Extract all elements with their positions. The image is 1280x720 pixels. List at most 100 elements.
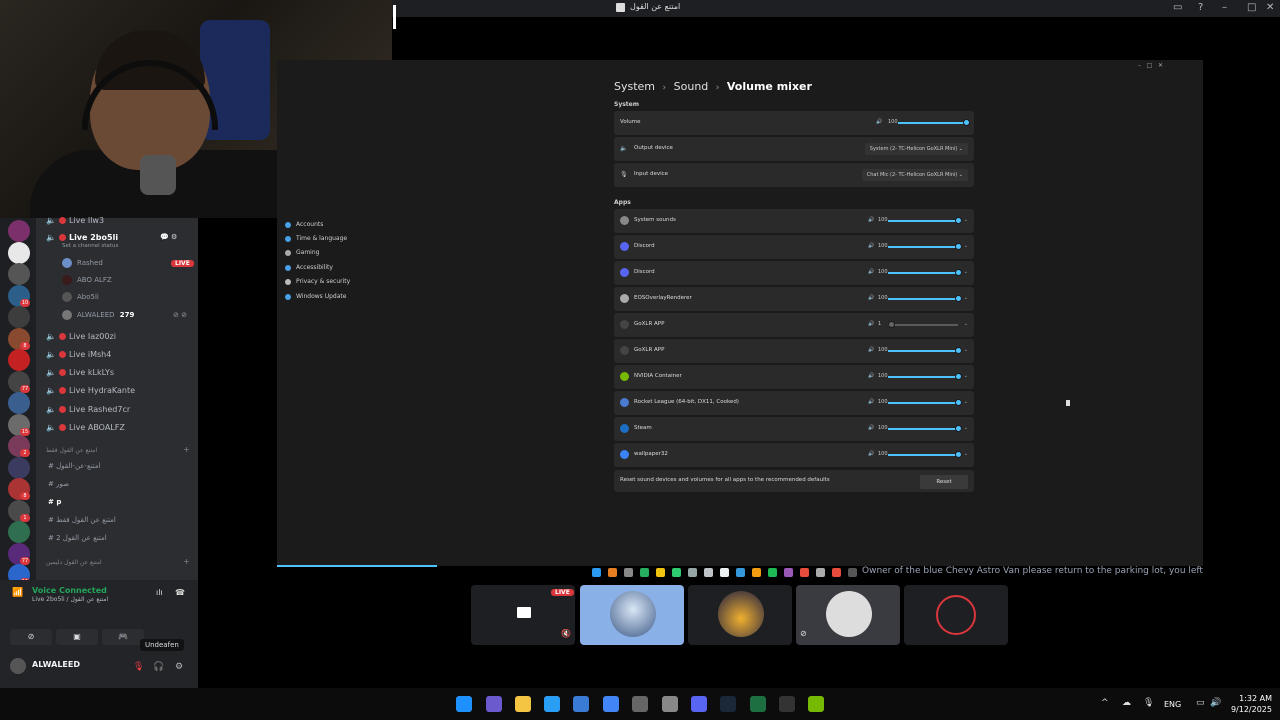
app-volume-slider[interactable] xyxy=(888,373,962,380)
avatar[interactable] xyxy=(10,658,26,674)
taskbar-app-icon[interactable] xyxy=(779,696,795,712)
slider-thumb[interactable] xyxy=(963,119,970,126)
taskbar-app-icon[interactable] xyxy=(603,696,619,712)
chevron-down-icon[interactable]: ⌄ xyxy=(964,243,968,249)
username[interactable]: ALWALEED xyxy=(32,660,80,669)
voice-channel[interactable]: 🔈 Live Rashed7cr xyxy=(46,405,130,414)
text-channel[interactable]: # امتنع-عن-القول xyxy=(48,462,101,470)
disconnect-icon[interactable]: ☎ xyxy=(175,588,185,597)
nav-windows-update[interactable]: Windows Update xyxy=(285,293,346,300)
text-channel[interactable]: # صور xyxy=(48,480,69,488)
reset-button[interactable]: Reset xyxy=(920,475,968,489)
taskbar-app-icon[interactable] xyxy=(456,696,472,712)
nav-time-language[interactable]: Time & language xyxy=(285,235,347,242)
speaker-icon[interactable]: 🔊 xyxy=(868,425,874,431)
speaker-icon[interactable]: 🔊 xyxy=(868,217,874,223)
slider-thumb[interactable] xyxy=(955,399,962,406)
screen-share-button[interactable]: ▣ xyxy=(56,629,98,645)
app-volume-slider[interactable] xyxy=(888,399,962,406)
chevron-down-icon[interactable]: ⌄ xyxy=(964,425,968,431)
tile-participant-muted[interactable] xyxy=(904,585,1008,645)
clock[interactable]: 1:32 AM 9/12/2025 xyxy=(1222,693,1272,715)
taskbar-app-icon[interactable] xyxy=(691,696,707,712)
member-abo-alfz[interactable]: ABO ALFZ xyxy=(62,275,112,285)
slider-thumb[interactable] xyxy=(955,269,962,276)
taskbar-app-icon[interactable] xyxy=(515,696,531,712)
server-icon[interactable] xyxy=(8,263,30,285)
app-volume-slider[interactable] xyxy=(888,321,958,328)
channel-status[interactable]: Set a channel status xyxy=(62,243,118,249)
text-channel[interactable]: # امتنع عن القول 2 xyxy=(48,534,107,542)
tray-icon[interactable]: ^ xyxy=(1101,698,1109,708)
taskbar-app-icon[interactable] xyxy=(573,696,589,712)
crumb-sound[interactable]: Sound xyxy=(674,80,709,93)
close-button[interactable]: ✕ xyxy=(1266,2,1274,13)
nav-gaming[interactable]: Gaming xyxy=(285,249,319,256)
nav-accessibility[interactable]: Accessibility xyxy=(285,264,333,271)
category-header[interactable]: امتنع عن القول فقط xyxy=(46,447,97,454)
voice-channel[interactable]: 🔈 Live Ilw3 xyxy=(46,216,104,225)
voice-channel[interactable]: 🔈 Live Iaz00zi xyxy=(46,332,116,341)
app-volume-slider[interactable] xyxy=(888,269,962,276)
nav-privacy[interactable]: Privacy & security xyxy=(285,278,350,285)
crumb-system[interactable]: System xyxy=(614,80,655,93)
member-rashed[interactable]: Rashed xyxy=(62,258,103,268)
chevron-down-icon[interactable]: ⌄ xyxy=(964,373,968,379)
speaker-icon[interactable]: 🔊 xyxy=(868,295,874,301)
volume-mute-icon[interactable]: 🔇 xyxy=(561,629,571,638)
chevron-down-icon[interactable]: ⌄ xyxy=(964,347,968,353)
activities-button[interactable]: 🎮 xyxy=(102,629,144,645)
text-channel[interactable]: # امتنع عن القول فقط xyxy=(48,516,116,524)
tile-participant[interactable] xyxy=(688,585,792,645)
app-volume-slider[interactable] xyxy=(888,451,962,458)
slider-thumb[interactable] xyxy=(888,321,895,328)
slider-thumb[interactable] xyxy=(955,217,962,224)
chevron-down-icon[interactable]: ⌄ xyxy=(964,399,968,405)
speaker-icon[interactable]: 🔊 xyxy=(868,321,874,327)
language-indicator[interactable]: ENG xyxy=(1164,700,1181,709)
voice-channel[interactable]: 🔈 Live ABOALFZ xyxy=(46,423,125,432)
chevron-down-icon[interactable]: ⌄ xyxy=(964,269,968,275)
tile-participant[interactable] xyxy=(580,585,684,645)
tile-participant[interactable]: ⊘ xyxy=(796,585,900,645)
voice-channel[interactable]: 🔈 Live kLkLYs xyxy=(46,368,114,377)
voice-channel-path[interactable]: Live 2bo5li / امتنع عن القول xyxy=(32,596,108,603)
taskbar-app-icon[interactable] xyxy=(808,696,824,712)
mute-icon[interactable]: 🎙 xyxy=(133,662,144,672)
minimize-button[interactable]: – xyxy=(1222,2,1227,13)
slider-thumb[interactable] xyxy=(955,373,962,380)
taskbar-app-icon[interactable] xyxy=(720,696,736,712)
channel-action-icons[interactable]: 💬 ⚙ xyxy=(160,233,177,241)
voice-channel-active[interactable]: 🔈 Live 2bo5li xyxy=(46,233,118,242)
taskbar-app-icon[interactable] xyxy=(544,696,560,712)
taskbar-app-icon[interactable] xyxy=(750,696,766,712)
app-volume-slider[interactable] xyxy=(888,295,962,302)
chevron-down-icon[interactable]: ⌄ xyxy=(964,451,968,457)
taskbar-app-icon[interactable] xyxy=(632,696,648,712)
member-abo5li[interactable]: Abo5li xyxy=(62,292,99,302)
add-channel-icon[interactable]: + xyxy=(183,445,190,454)
app-volume-slider[interactable] xyxy=(888,347,962,354)
output-device-select[interactable]: System (2- TC-Helicon GoXLR Mini) ⌄ xyxy=(864,143,968,155)
speaker-icon[interactable]: 🔊 xyxy=(868,451,874,457)
voice-channel[interactable]: 🔈 Live iMsh4 xyxy=(46,350,111,359)
app-volume-slider[interactable] xyxy=(888,425,962,432)
add-channel-icon[interactable]: + xyxy=(183,557,190,566)
member-alwaleed[interactable]: ALWALEED 279 xyxy=(62,310,134,320)
text-channel[interactable]: # p xyxy=(48,498,61,506)
tile-screen-share[interactable]: LIVE 🔇 xyxy=(471,585,575,645)
tray-icon[interactable]: ☁ xyxy=(1122,698,1131,708)
chevron-down-icon[interactable]: ⌄ xyxy=(964,217,968,223)
volume-slider[interactable] xyxy=(898,119,970,126)
tray-icon[interactable]: 🎙 xyxy=(1143,698,1154,708)
speaker-icon[interactable]: 🔊 xyxy=(868,373,874,379)
noise-suppression-icon[interactable]: ılı xyxy=(156,588,163,597)
server-icon[interactable] xyxy=(8,241,30,264)
input-device-select[interactable]: Chat Mic (2- TC-Helicon GoXLR Mini) ⌄ xyxy=(861,169,968,181)
taskbar-app-icon[interactable] xyxy=(486,696,502,712)
input-device-row[interactable]: 🎙 Input device Chat Mic (2- TC-Helicon G… xyxy=(614,163,974,187)
camera-off-button[interactable]: ⊘ xyxy=(10,629,52,645)
taskbar-app-icon[interactable] xyxy=(662,696,678,712)
speaker-icon[interactable]: 🔊 xyxy=(868,269,874,275)
slider-thumb[interactable] xyxy=(955,347,962,354)
